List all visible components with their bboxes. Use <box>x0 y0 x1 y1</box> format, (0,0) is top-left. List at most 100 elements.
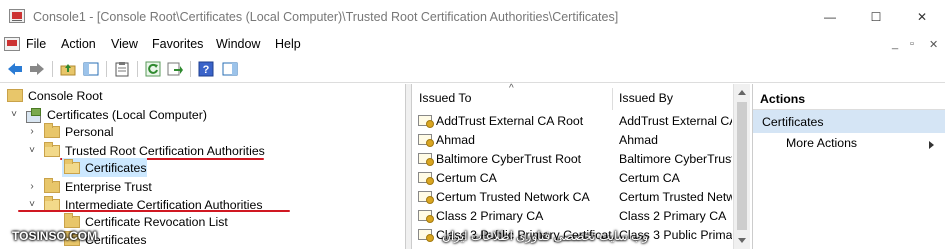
list-vertical-scrollbar[interactable] <box>733 84 750 249</box>
export-list-button[interactable] <box>166 60 184 78</box>
sort-ascending-icon: ^ <box>509 83 514 94</box>
toolbar-separator <box>52 61 53 77</box>
mdi-restore-button[interactable]: ▫ <box>910 38 914 50</box>
console-window-icon[interactable] <box>4 37 20 51</box>
list-item[interactable]: AddTrust External CA Root <box>418 111 614 130</box>
tree-node-enterprise-trust[interactable]: Enterprise Trust <box>44 177 152 196</box>
actions-pane-title: Actions <box>753 88 945 110</box>
menu-bar: File Action View Favorites Window Help _… <box>0 34 945 56</box>
issued-to-cell: AddTrust External CA Root <box>436 113 584 128</box>
console-root-folder-icon <box>7 89 23 102</box>
chevron-right-icon[interactable]: › <box>27 177 37 196</box>
action-pane-icon <box>222 62 238 76</box>
help-icon: ? <box>198 61 214 77</box>
tree-node-label: Certificates <box>85 160 147 175</box>
tree-node-label: Trusted Root Certification Authorities <box>65 143 265 158</box>
certificate-icon <box>418 153 434 166</box>
actions-section-certificates[interactable]: Certificates <box>753 110 945 133</box>
issued-to-cell: Certum Trusted Network CA <box>436 189 590 204</box>
issued-by-cell: Certum CA <box>619 170 680 185</box>
list-item[interactable]: Ahmad <box>418 130 614 149</box>
issued-to-cell: Baltimore CyberTrust Root <box>436 151 582 166</box>
window-title: Console1 - [Console Root\Certificates (L… <box>33 10 619 24</box>
scroll-up-arrow-icon[interactable] <box>738 90 746 95</box>
column-header-issued-to[interactable]: Issued To <box>419 84 471 112</box>
show-action-pane-button[interactable] <box>221 60 239 78</box>
menu-window[interactable]: Window <box>216 37 260 51</box>
toolbar-separator <box>137 61 138 77</box>
chevron-down-icon[interactable]: ˅ <box>27 141 37 160</box>
console-tree-icon <box>83 62 99 76</box>
toolbar-separator <box>106 61 107 77</box>
close-icon: ✕ <box>916 10 928 24</box>
list-item[interactable]: Certum Trusted Network CA <box>418 187 614 206</box>
mmc-app-icon[interactable] <box>9 9 25 23</box>
menu-action[interactable]: Action <box>61 37 96 51</box>
show-hide-tree-button[interactable] <box>82 60 100 78</box>
list-item[interactable]: Class 2 Primary CA <box>418 206 614 225</box>
certificate-icon <box>418 172 434 185</box>
chevron-right-icon[interactable]: › <box>27 122 37 141</box>
issued-by-cell: Baltimore CyberTrust Root <box>619 151 732 166</box>
issued-to-cell: Certum CA <box>436 170 497 185</box>
scroll-down-arrow-icon[interactable] <box>738 238 746 243</box>
list-item[interactable]: Certum CA <box>418 168 614 187</box>
minimize-icon: — <box>824 10 836 24</box>
certificate-icon <box>418 191 434 204</box>
help-button[interactable]: ? <box>197 60 215 78</box>
issued-by-cell: Certum Trusted Network CA <box>619 189 732 204</box>
maximize-icon: ☐ <box>870 10 882 24</box>
tree-node-certificates-selected[interactable]: Certificates <box>62 158 147 177</box>
certificate-store-icon <box>25 107 41 123</box>
back-button[interactable] <box>6 60 24 78</box>
menu-file[interactable]: File <box>26 37 46 51</box>
submenu-arrow-icon <box>929 141 934 149</box>
watermark-caption: وب سایت تخصصی فناوری اطلاعات ایران <box>442 229 649 243</box>
folder-icon <box>44 122 60 138</box>
back-arrow-icon <box>8 63 22 75</box>
tree-node-label: Enterprise Trust <box>65 179 152 194</box>
folder-open-icon <box>64 158 80 174</box>
column-divider[interactable] <box>612 88 613 110</box>
scrollbar-thumb[interactable] <box>737 102 747 230</box>
refresh-icon <box>145 61 161 77</box>
mdi-minimize-button[interactable]: _ <box>892 38 898 50</box>
forward-arrow-icon <box>30 63 44 75</box>
export-icon <box>167 62 183 76</box>
folder-open-icon <box>44 195 60 211</box>
certificate-icon <box>418 134 434 147</box>
refresh-button[interactable] <box>144 60 162 78</box>
menu-help[interactable]: Help <box>275 37 301 51</box>
tree-node-label: Console Root <box>28 88 103 103</box>
tree-node-console-root[interactable]: Console Root <box>7 86 103 105</box>
tree-node-label: Certificate Revocation List <box>85 214 228 229</box>
tree-node-personal[interactable]: Personal <box>44 122 114 141</box>
tree-node-label: Personal <box>65 124 114 139</box>
svg-text:?: ? <box>203 64 210 76</box>
more-actions-link[interactable]: More Actions <box>786 136 857 150</box>
up-one-level-button[interactable] <box>59 60 77 78</box>
toolbar: ? <box>0 56 945 83</box>
maximize-button[interactable]: ☐ <box>853 0 899 34</box>
forward-button[interactable] <box>28 60 46 78</box>
menu-view[interactable]: View <box>111 37 138 51</box>
properties-button[interactable] <box>113 60 131 78</box>
column-header-label: Issued By <box>619 91 673 105</box>
clipboard-icon <box>115 62 129 77</box>
tree-node-label: Certificates (Local Computer) <box>47 107 207 122</box>
issued-by-cell: AddTrust External CA Root <box>619 113 732 128</box>
minimize-button[interactable]: — <box>807 0 853 34</box>
certificate-icon <box>418 210 434 223</box>
issued-to-cell: Ahmad <box>436 132 475 147</box>
mdi-close-button[interactable]: ✕ <box>929 38 938 51</box>
column-header-label: Issued To <box>419 91 472 105</box>
list-item[interactable]: Baltimore CyberTrust Root <box>418 149 614 168</box>
certificate-icon <box>418 229 434 242</box>
folder-open-icon <box>44 141 60 157</box>
menu-favorites[interactable]: Favorites <box>152 37 203 51</box>
close-button[interactable]: ✕ <box>899 0 945 34</box>
folder-icon <box>64 212 80 228</box>
column-header-issued-by[interactable]: Issued By <box>619 84 673 112</box>
chevron-down-icon[interactable]: ˅ <box>9 105 19 124</box>
title-bar: Console1 - [Console Root\Certificates (L… <box>0 0 945 34</box>
